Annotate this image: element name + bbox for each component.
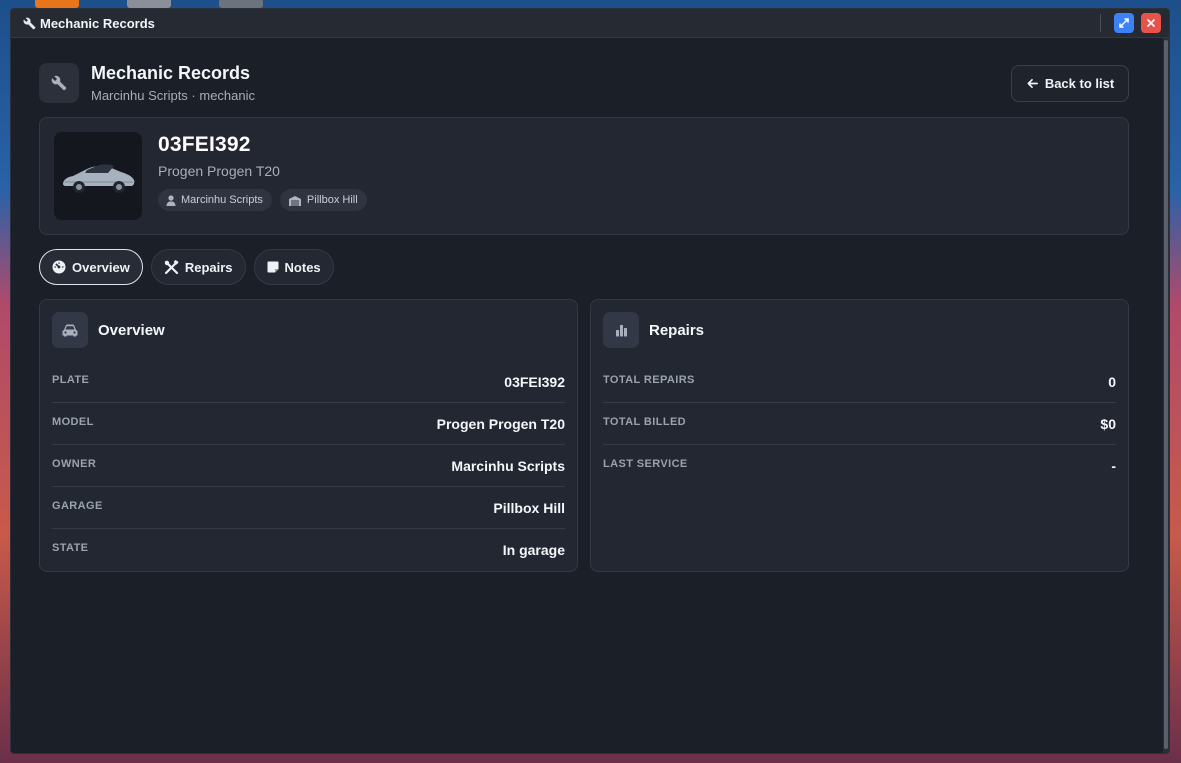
vehicle-summary-card: 03FEI392 Progen Progen T20 Marcinhu Scri… [39,117,1129,235]
info-row-model: MODEL Progen Progen T20 [52,403,565,445]
window-title: Mechanic Records [40,15,155,31]
car-icon [52,312,88,348]
page-subtitle: Marcinhu Scripts · mechanic [91,88,255,103]
desktop-taskbar-tab[interactable] [219,0,263,8]
vehicle-plate: 03FEI392 [158,133,251,156]
app-window: Mechanic Records Mechanic Records Marcin… [10,8,1170,754]
arrow-left-icon [1026,77,1039,90]
row-value: In garage [502,542,565,558]
repairs-panel-header: Repairs [603,312,704,348]
stat-row-total-repairs: TOTAL REPAIRS 0 [603,361,1116,403]
repairs-panel: Repairs TOTAL REPAIRS 0 TOTAL BILLED $0 … [590,299,1129,572]
desktop-taskbar-tab[interactable] [127,0,171,8]
page-content: Mechanic Records Marcinhu Scripts · mech… [39,39,1129,572]
row-value: Progen Progen T20 [436,415,565,432]
maximize-button[interactable] [1114,13,1134,33]
row-label: PLATE [52,373,90,386]
tab-bar: Overview Repairs Notes [39,249,334,285]
overview-panel: Overview PLATE 03FEI392 MODEL Progen Pro… [39,299,578,572]
close-icon [1147,19,1155,27]
stat-row-total-billed: TOTAL BILLED $0 [603,403,1116,445]
info-row-owner: OWNER Marcinhu Scripts [52,445,565,487]
header-icon-box [39,63,79,103]
vehicle-image [54,132,142,220]
tab-repairs[interactable]: Repairs [150,249,246,285]
titlebar-divider [1100,14,1101,32]
back-to-list-button[interactable]: Back to list [1011,65,1129,102]
tools-icon [164,259,179,275]
vehicle-chips: Marcinhu Scripts Pillbox Hill [158,189,367,211]
row-label: MODEL [52,415,94,428]
garage-chip-label: Pillbox Hill [306,194,358,206]
row-value: Pillbox Hill [493,499,565,516]
dashboard-icon [52,260,66,274]
window-titlebar[interactable]: Mechanic Records [11,9,1169,38]
page-header: Mechanic Records Marcinhu Scripts · mech… [39,39,1129,117]
repairs-panel-title: Repairs [649,321,705,339]
back-to-list-label: Back to list [1044,76,1115,91]
vehicle-model: Progen Progen T20 [158,163,280,179]
row-label: GARAGE [52,499,103,512]
tab-repairs-label: Repairs [184,259,233,275]
info-row-state: STATE In garage [52,529,565,571]
user-icon [166,194,176,206]
garage-icon [288,195,302,206]
row-value: - [1111,458,1116,474]
expand-icon [1119,18,1129,28]
wrench-icon [51,75,67,91]
scrollbar-thumb[interactable] [1164,40,1168,749]
note-icon [267,261,279,273]
info-row-plate: PLATE 03FEI392 [52,361,565,403]
row-value: 0 [1108,373,1116,390]
repairs-rows: TOTAL REPAIRS 0 TOTAL BILLED $0 LAST SER… [603,361,1116,487]
overview-panel-title: Overview [98,321,165,339]
tab-notes-label: Notes [284,259,321,275]
desktop-taskbar-tab[interactable] [35,0,79,8]
close-button[interactable] [1141,13,1161,33]
overview-rows: PLATE 03FEI392 MODEL Progen Progen T20 O… [52,361,565,571]
tab-notes[interactable]: Notes [253,249,334,285]
scrollbar[interactable] [1163,38,1169,753]
tab-overview-label: Overview [72,259,130,275]
overview-panel-header: Overview [52,312,165,348]
row-label: STATE [52,542,89,554]
tab-overview[interactable]: Overview [39,249,143,285]
row-label: LAST SERVICE [603,458,688,470]
row-value: $0 [1100,415,1116,432]
garage-chip: Pillbox Hill [279,189,367,211]
stat-row-last-service: LAST SERVICE - [603,445,1116,487]
owner-chip-label: Marcinhu Scripts [181,194,263,206]
info-row-garage: GARAGE Pillbox Hill [52,487,565,529]
page-title: Mechanic Records [91,63,251,83]
wrench-icon [23,17,36,30]
row-value: 03FEI392 [504,373,565,390]
owner-chip: Marcinhu Scripts [158,189,272,211]
row-label: TOTAL REPAIRS [603,373,695,386]
row-label: TOTAL BILLED [603,415,687,428]
row-value: Marcinhu Scripts [451,457,565,474]
bar-chart-icon [603,312,639,348]
row-label: OWNER [52,457,97,470]
